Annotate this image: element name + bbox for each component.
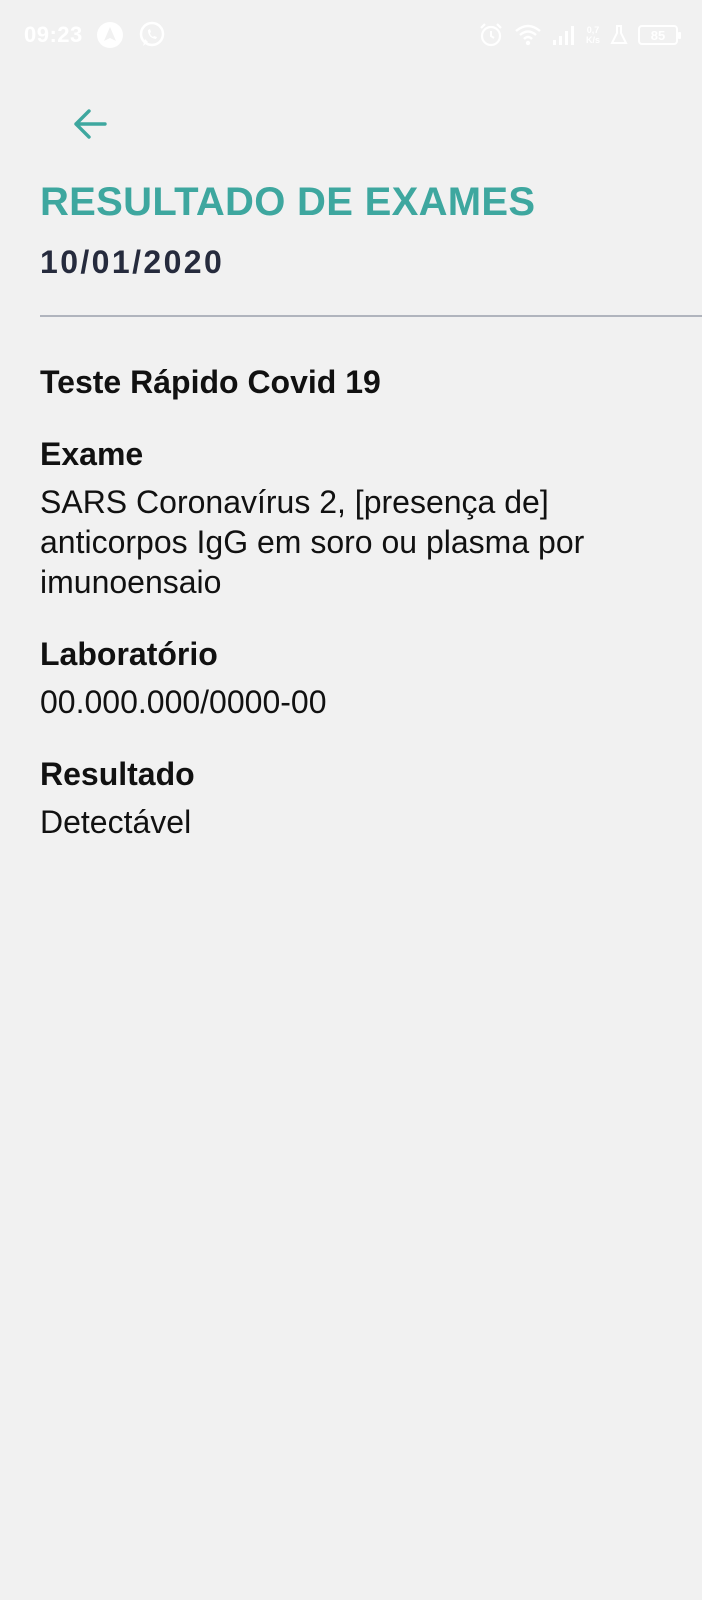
- signal-icon: [552, 24, 576, 46]
- exam-result-details: Teste Rápido Covid 19 Exame SARS Coronav…: [40, 360, 670, 872]
- battery-level: 85: [650, 27, 666, 43]
- exam-value: SARS Coronavírus 2, [presença de] antico…: [40, 484, 585, 600]
- network-speed-value: 0,7: [586, 25, 600, 35]
- result-value: Detectável: [40, 804, 192, 840]
- laboratory-label: Laboratório: [40, 636, 218, 672]
- page-title: RESULTADO DE EXAMES: [40, 180, 536, 224]
- exam-label: Exame: [40, 436, 144, 472]
- navigation-app-icon: [95, 20, 125, 50]
- status-bar: 09:23 0,7 K/s 85: [0, 0, 702, 72]
- wifi-icon: [514, 23, 542, 47]
- network-speed: 0,7 K/s: [586, 25, 600, 45]
- status-bar-right: 0,7 K/s 85: [478, 22, 681, 48]
- arrow-left-icon: [72, 108, 108, 145]
- battery-icon: 85: [638, 25, 681, 45]
- back-button[interactable]: [64, 102, 116, 150]
- laboratory-value: 00.000.000/0000-00: [40, 684, 327, 720]
- test-name: Teste Rápido Covid 19: [40, 364, 381, 400]
- whatsapp-icon: [137, 20, 167, 50]
- alarm-icon: [478, 22, 504, 48]
- exam-date: 10/01/2020: [40, 244, 225, 280]
- status-bar-left: 09:23: [24, 20, 167, 50]
- flask-icon: [610, 24, 628, 46]
- header-divider: [40, 315, 702, 317]
- result-label: Resultado: [40, 756, 195, 792]
- status-time: 09:23: [24, 22, 83, 47]
- network-speed-unit: K/s: [585, 35, 600, 45]
